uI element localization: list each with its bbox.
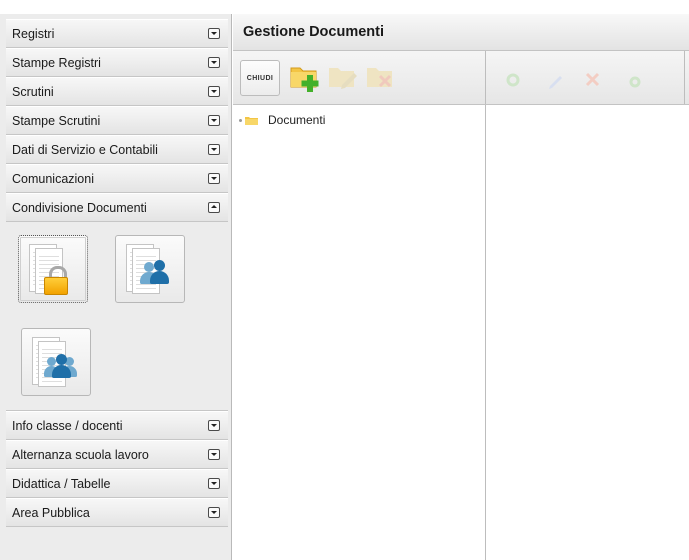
menu-section-label: Stampe Registri <box>12 55 101 70</box>
tree-item-documenti[interactable]: Documenti <box>268 113 325 127</box>
expand-toggle-icon[interactable] <box>208 57 220 68</box>
menu-section-info-classe-docenti[interactable]: Info classe / docenti <box>6 411 228 440</box>
expand-toggle-icon[interactable] <box>208 478 220 489</box>
delete-file-icon[interactable] <box>576 60 610 94</box>
delete-folder-icon[interactable] <box>364 60 398 94</box>
sidebar: Registri Stampe Registri Scrutini Stampe… <box>0 0 232 560</box>
menu-section-scrutini[interactable]: Scrutini <box>6 77 228 106</box>
collapse-toggle-icon[interactable] <box>208 202 220 213</box>
document-user-button[interactable] <box>115 235 185 303</box>
menu-section-label: Registri <box>12 26 55 41</box>
expand-toggle-icon[interactable] <box>208 144 220 155</box>
edit-file-icon[interactable] <box>538 60 572 94</box>
menu-section-label: Comunicazioni <box>12 171 94 186</box>
tree-expander-icon[interactable] <box>239 118 242 122</box>
toolbar: CHIUDI <box>233 51 689 105</box>
file-toolbar <box>485 51 685 104</box>
document-lock-button[interactable] <box>18 235 88 303</box>
menu-section-condivisione-documenti[interactable]: Condivisione Documenti <box>6 193 228 222</box>
menu-section-label: Stampe Scrutini <box>12 113 101 128</box>
menu-section-comunicazioni[interactable]: Comunicazioni <box>6 164 228 193</box>
expand-toggle-icon[interactable] <box>208 173 220 184</box>
expand-toggle-icon[interactable] <box>208 420 220 431</box>
new-folder-icon[interactable] <box>288 60 322 94</box>
folder-tree: Documenti <box>239 113 325 127</box>
folder-icon <box>245 116 258 125</box>
expand-toggle-icon[interactable] <box>208 115 220 126</box>
menu-section-dati-servizio[interactable]: Dati di Servizio e Contabili <box>6 135 228 164</box>
expand-toggle-icon[interactable] <box>208 28 220 39</box>
panel-header: Gestione Documenti <box>233 14 689 51</box>
accordion-menu: Registri Stampe Registri Scrutini Stampe… <box>6 19 228 527</box>
menu-section-stampe-registri[interactable]: Stampe Registri <box>6 48 228 77</box>
menu-section-registri[interactable]: Registri <box>6 19 228 48</box>
menu-section-label: Didattica / Tabelle <box>12 476 111 491</box>
menu-section-label: Dati di Servizio e Contabili <box>12 142 158 157</box>
expand-toggle-icon[interactable] <box>208 86 220 97</box>
menu-section-label: Info classe / docenti <box>12 418 123 433</box>
folder-toolbar: CHIUDI <box>233 51 483 104</box>
menu-section-label: Scrutini <box>12 84 54 99</box>
pane-divider[interactable] <box>485 105 486 560</box>
close-button[interactable]: CHIUDI <box>240 60 280 96</box>
page-title: Gestione Documenti <box>243 24 384 40</box>
document-management-panel: Gestione Documenti CHIUDI Documenti <box>233 14 689 560</box>
menu-section-label: Alternanza scuola lavoro <box>12 447 149 462</box>
menu-section-label: Condivisione Documenti <box>12 200 147 215</box>
menu-section-label: Area Pubblica <box>12 505 90 520</box>
upload-file-icon[interactable] <box>618 60 652 94</box>
expand-toggle-icon[interactable] <box>208 507 220 518</box>
edit-folder-icon[interactable] <box>326 60 360 94</box>
menu-section-didattica-tabelle[interactable]: Didattica / Tabelle <box>6 469 228 498</box>
menu-section-stampe-scrutini[interactable]: Stampe Scrutini <box>6 106 228 135</box>
document-group-button[interactable] <box>21 328 91 396</box>
expand-toggle-icon[interactable] <box>208 449 220 460</box>
condivisione-documenti-panel <box>6 222 228 411</box>
add-file-icon[interactable] <box>496 60 530 94</box>
menu-section-alternanza-scuola-lavoro[interactable]: Alternanza scuola lavoro <box>6 440 228 469</box>
menu-section-area-pubblica[interactable]: Area Pubblica <box>6 498 228 527</box>
